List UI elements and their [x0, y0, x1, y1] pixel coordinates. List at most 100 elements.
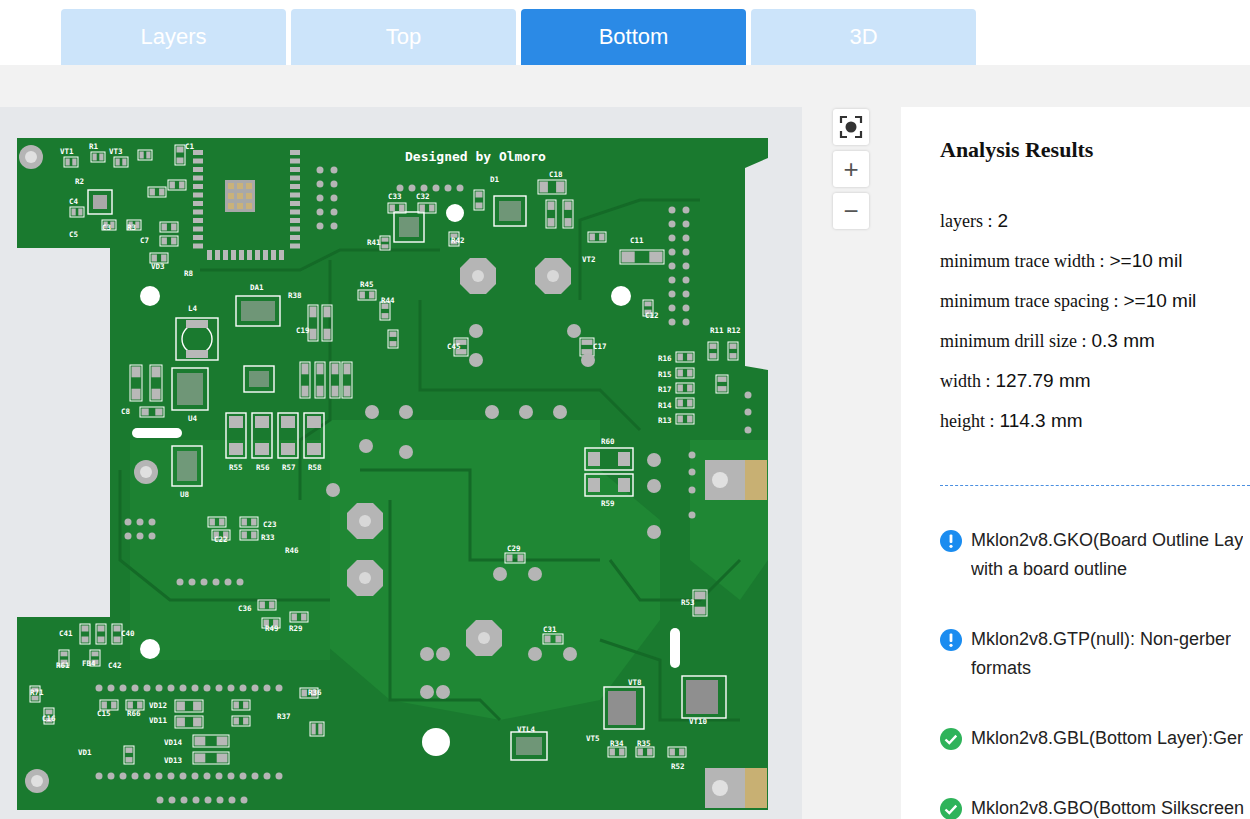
component-label: R34	[610, 739, 624, 748]
board-outline	[17, 138, 768, 810]
file-item: Mklon2v8.GBO(Bottom Silkscreen	[940, 794, 1250, 819]
trace	[420, 300, 640, 430]
smd-part	[388, 203, 406, 213]
status-icon-box	[940, 798, 962, 819]
file-list: Mklon2v8.GKO(Board Outline Laywith a boa…	[940, 526, 1250, 819]
smd-part	[148, 187, 166, 197]
via	[217, 797, 224, 804]
smd-part	[676, 398, 694, 408]
file-line: with a board outline	[971, 555, 1243, 584]
component-label: R33	[261, 533, 275, 542]
transistor	[682, 676, 726, 718]
trace	[200, 250, 440, 270]
view-tab[interactable]: 3D	[751, 9, 976, 65]
file-text: Mklon2v8.GKO(Board Outline Laywith a boa…	[971, 526, 1243, 584]
view-tab[interactable]: Layers	[61, 9, 286, 65]
component-label: R1	[89, 142, 99, 151]
via	[180, 685, 187, 692]
via	[237, 579, 244, 586]
smd-part	[80, 624, 90, 644]
through-hole-pad	[493, 567, 507, 581]
via	[457, 185, 464, 192]
via	[120, 685, 127, 692]
via	[132, 685, 139, 692]
component-label: R71	[30, 688, 44, 697]
component-label: R53	[681, 598, 695, 607]
via	[156, 685, 163, 692]
smd-part	[358, 290, 376, 300]
via	[683, 207, 690, 214]
via	[228, 685, 235, 692]
via	[669, 235, 676, 242]
through-hole-pad	[399, 445, 413, 459]
smd-part	[505, 553, 525, 563]
fit-view-button[interactable]	[833, 109, 869, 145]
component-label: VD3	[151, 262, 165, 271]
component-label: R60	[601, 437, 615, 446]
via	[189, 579, 196, 586]
file-item: Mklon2v8.GKO(Board Outline Laywith a boa…	[940, 526, 1250, 584]
via	[669, 305, 676, 312]
smd-part	[543, 634, 563, 644]
smd-part	[175, 716, 203, 728]
spec-label: minimum trace width :	[940, 251, 1104, 272]
analysis-panel: Analysis Resultslayers :2minimum trace w…	[901, 107, 1250, 819]
via	[409, 185, 416, 192]
view-tab[interactable]: Top	[291, 9, 516, 65]
via	[276, 685, 283, 692]
ic-package	[511, 732, 547, 760]
through-hole-pad	[647, 525, 661, 539]
component-label: R2	[75, 177, 84, 186]
spec-row: height :114.3 mm	[940, 401, 1250, 441]
component-label: R44	[381, 296, 395, 305]
via	[96, 685, 103, 692]
smd-part	[636, 747, 654, 757]
through-hole-pad	[528, 567, 542, 581]
via	[331, 223, 338, 230]
smd-part	[380, 236, 390, 250]
zoom-out-button[interactable]: −	[833, 193, 869, 229]
via	[192, 773, 199, 780]
via	[683, 319, 690, 326]
component-label: R35	[637, 739, 651, 748]
component-label: R13	[658, 416, 672, 425]
via	[689, 487, 696, 494]
via	[229, 797, 236, 804]
component-label: R14	[658, 401, 672, 410]
via	[331, 167, 338, 174]
through-hole-pad	[553, 405, 567, 419]
smd-part	[563, 200, 573, 228]
component-label: VT3	[109, 147, 123, 156]
via	[669, 319, 676, 326]
via	[683, 221, 690, 228]
via	[213, 579, 220, 586]
component-label: C16	[42, 714, 56, 723]
spec-row: layers :2	[940, 201, 1250, 241]
via	[137, 533, 144, 540]
smd-part	[668, 747, 686, 757]
spec-row: width :127.79 mm	[940, 361, 1250, 401]
via	[276, 773, 283, 780]
zoom-in-button[interactable]: +	[833, 151, 869, 187]
component-label: R8	[184, 269, 194, 278]
power-resistor	[304, 413, 324, 458]
mounting-pad	[466, 620, 502, 656]
via	[156, 773, 163, 780]
smd-part	[208, 517, 226, 527]
mounting-pad	[535, 258, 571, 294]
copper-pour	[320, 420, 660, 720]
view-tab[interactable]: Bottom	[521, 9, 746, 65]
smd-part	[342, 362, 352, 398]
via	[241, 797, 248, 804]
slot	[132, 428, 182, 438]
via	[157, 797, 164, 804]
file-text: Mklon2v8.GBL(Bottom Layer):Ger	[971, 724, 1243, 753]
file-text: Mklon2v8.GTP(null): Non-gerberformats	[971, 625, 1231, 683]
smd-part	[310, 722, 324, 736]
through-hole-pad	[420, 685, 434, 699]
pcb-viewer-page: LayersTopBottom3DDesigned by OlmoroVT1R1…	[0, 0, 1250, 819]
component-label: R38	[288, 291, 302, 300]
mounting-hole	[446, 204, 464, 222]
via	[317, 181, 324, 188]
pcb-board[interactable]: Designed by OlmoroVT1R1VT3C1R2C4C5C3R3C7…	[17, 138, 768, 810]
